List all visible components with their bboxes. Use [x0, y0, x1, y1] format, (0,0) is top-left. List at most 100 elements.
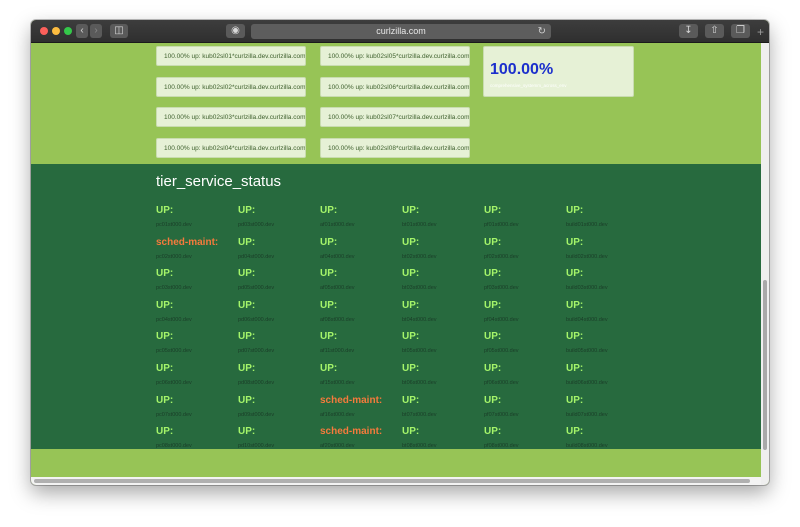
service-status-label: UP: — [566, 268, 584, 280]
service-status-item: UP: pc05st000.dev — [156, 331, 236, 359]
service-status-label: UP: — [484, 426, 502, 438]
service-status-item: UP: pc06st000.dev — [156, 363, 236, 391]
service-status-label: UP: — [566, 394, 584, 406]
service-status-label: UP: — [156, 363, 174, 374]
service-status-label: UP: — [238, 268, 256, 280]
service-status-item: UP: build01st000.dev — [566, 205, 646, 233]
close-window-button[interactable] — [40, 27, 48, 35]
tier-service-status-section: tier_service_status UP: pc01st000.dev sche… — [31, 164, 761, 449]
service-status-label: UP: — [484, 363, 502, 374]
service-host-name: af15st000.dev — [320, 380, 355, 386]
service-host-name: pd09st000.dev — [238, 411, 275, 418]
service-status-item: UP: pc03st000.dev — [156, 268, 236, 296]
overall-uptime-card: 100.00% comprehensive_systemm_across_env — [483, 46, 634, 97]
zoom-window-button[interactable] — [64, 27, 72, 35]
service-host-name: pf07st000.dev — [484, 411, 519, 418]
tabs-overview-icon[interactable]: ❐ — [731, 24, 750, 38]
service-host-name: pd04st000.dev — [238, 253, 275, 260]
service-host-name: build03st000.dev — [566, 285, 608, 292]
host-uptime-item: 100.00% up: kub02sl02*curlzilla.dev.curl… — [156, 76, 306, 97]
service-status-item: sched-maint: af16st000.dev — [320, 395, 400, 423]
service-status-label: UP: — [320, 299, 338, 311]
service-status-label: UP: — [402, 331, 420, 343]
horizontal-scrollbar[interactable] — [31, 477, 761, 485]
service-host-name: bt06st000.dev — [402, 380, 437, 386]
minimize-window-button[interactable] — [52, 27, 60, 35]
service-status-item: UP: af04st000.dev — [320, 237, 400, 265]
back-icon[interactable]: ‹ — [76, 24, 88, 38]
service-status-label: UP: — [320, 236, 338, 248]
service-status-label: UP: — [402, 426, 420, 438]
service-status-label: UP: — [402, 205, 420, 216]
service-status-item: UP: pd08st000.dev — [238, 363, 318, 391]
reload-icon[interactable]: ↻ — [538, 24, 546, 39]
service-host-name: build07st000.dev — [566, 411, 608, 418]
service-host-name: bt01st000.dev — [402, 222, 437, 228]
service-status-label: UP: — [402, 363, 420, 374]
service-status-item: UP: af01st000.dev — [320, 205, 400, 233]
service-status-label: UP: — [156, 331, 174, 343]
service-status-item: UP: pc04st000.dev — [156, 300, 236, 328]
overall-uptime-label: comprehensive_systemm_across_env — [490, 83, 567, 88]
service-host-name: pc01st000.dev — [156, 222, 192, 228]
service-status-label: UP: — [238, 394, 256, 406]
forward-icon[interactable]: › — [90, 24, 102, 38]
section-title: tier_service_status — [156, 173, 282, 190]
vertical-scroll-thumb[interactable] — [763, 280, 767, 450]
horizontal-scroll-thumb[interactable] — [34, 479, 750, 483]
url-text: curlzilla.com — [376, 26, 426, 36]
service-host-name: bt04st000.dev — [402, 316, 437, 323]
host-uptime-item: 100.00% up: kub02sl07*curlzilla.dev.curl… — [320, 107, 470, 127]
host-uptime-item: 100.00% up: kub02sl06*curlzilla.dev.curl… — [320, 76, 470, 97]
service-status-label: UP: — [566, 426, 584, 438]
service-host-name: af11st000.dev — [320, 348, 355, 355]
host-uptime-item: 100.00% up: kub02sl04*curlzilla.dev.curl… — [156, 137, 306, 158]
service-host-name: pd05st000.dev — [238, 285, 275, 292]
service-host-name: pf02st000.dev — [484, 253, 519, 260]
service-status-label: sched-maint: — [320, 426, 383, 438]
service-status-label: UP: — [484, 299, 502, 311]
service-host-name: af05st000.dev — [320, 285, 355, 292]
service-host-name: bt03st000.dev — [402, 285, 437, 292]
service-status-item: UP: bt06st000.dev — [402, 363, 482, 391]
service-status-label: UP: — [484, 394, 502, 406]
service-host-name: build02st000.dev — [566, 253, 608, 260]
service-status-item: UP: pf06st000.dev — [484, 363, 564, 391]
service-status-item: UP: pc07st000.dev — [156, 395, 236, 423]
service-status-item: UP: bt04st000.dev — [402, 300, 482, 328]
service-host-name: pd06st000.dev — [238, 316, 275, 323]
service-status-label: UP: — [566, 205, 584, 216]
sidebar-icon[interactable]: ◫ — [110, 24, 128, 38]
service-status-label: UP: — [402, 268, 420, 280]
service-status-label: UP: — [402, 299, 420, 311]
service-status-item: UP: pd09st000.dev — [238, 395, 318, 423]
service-status-item: UP: build04st000.dev — [566, 300, 646, 328]
service-status-label: UP: — [566, 299, 584, 311]
service-status-label: UP: — [320, 205, 338, 216]
service-host-name: bt07st000.dev — [402, 411, 437, 418]
service-status-label: UP: — [320, 363, 338, 374]
service-status-label: UP: — [566, 331, 584, 343]
service-status-label: UP: — [156, 299, 174, 311]
service-status-label: UP: — [484, 331, 502, 343]
privacy-shield-icon[interactable]: ◉ — [226, 24, 245, 38]
service-status-label: UP: — [320, 331, 338, 343]
service-status-item: UP: pf07st000.dev — [484, 395, 564, 423]
vertical-scrollbar[interactable] — [761, 43, 769, 485]
service-host-name: bt05st000.dev — [402, 348, 437, 355]
service-host-name: pc03st000.dev — [156, 285, 192, 292]
service-status-label: UP: — [156, 394, 174, 406]
address-bar[interactable]: curlzilla.com ↻ — [251, 24, 551, 39]
service-host-name: pc07st000.dev — [156, 411, 192, 418]
browser-toolbar: ‹ › ◫ ◉ curlzilla.com ↻ ↧ ⇧ ❐ + — [31, 20, 769, 43]
service-status-label: UP: — [238, 205, 256, 216]
service-status-item: UP: build07st000.dev — [566, 395, 646, 423]
downloads-icon[interactable]: ↧ — [679, 24, 698, 38]
service-status-label: UP: — [156, 205, 174, 216]
service-status-label: UP: — [402, 394, 420, 406]
service-status-item: UP: bt03st000.dev — [402, 268, 482, 296]
service-host-name: pf06st000.dev — [484, 380, 519, 386]
host-uptime-item: 100.00% up: kub02sl08*curlzilla.dev.curl… — [320, 137, 470, 158]
share-icon[interactable]: ⇧ — [705, 24, 724, 38]
new-tab-icon[interactable]: + — [757, 26, 764, 38]
